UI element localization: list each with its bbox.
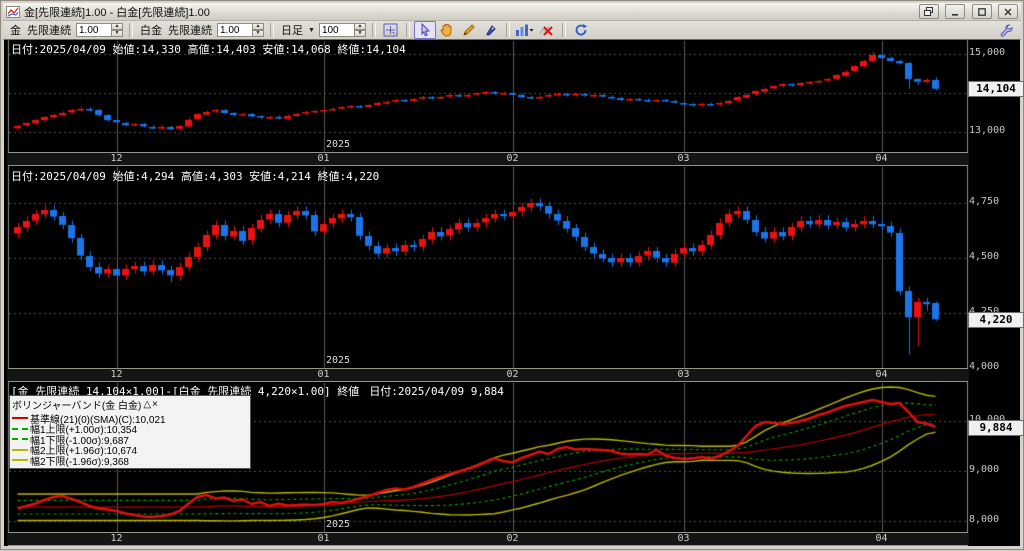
bollinger-legend: ボリンジャーバンド(金 白金) △× 基準線(21)(0)(SMA)(C):10… [9, 395, 251, 469]
gold-info-line: 日付:2025/04/09 始値:14,330 高値:14,403 安値:14,… [11, 41, 406, 57]
y-tick-label: 8,000 [969, 514, 1021, 525]
year-label: 2025 [326, 355, 350, 366]
x-tick-label: 02 [501, 533, 525, 545]
x-tick-label: 03 [672, 153, 696, 165]
platinum-info-line: 日付:2025/04/09 始値:4,294 高値:4,303 安値:4,214… [11, 168, 379, 184]
x-tick-label: 12 [105, 153, 129, 165]
y-tick-label: 4,000 [969, 361, 1021, 372]
gold-last-price-label: 14,104 [968, 81, 1024, 97]
y-tick-label: 9,000 [969, 464, 1021, 475]
year-label: 2025 [326, 139, 350, 150]
spread-date-value: 日付:2025/04/09 9,884 [369, 385, 504, 398]
sigma2-upper-swatch [12, 449, 28, 451]
x-tick-label: 03 [672, 533, 696, 545]
x-tick-label: 01 [312, 153, 336, 165]
x-tick-label: 02 [501, 153, 525, 165]
x-tick-label: 04 [870, 369, 894, 381]
gold-x-axis: 12 01 02 03 04 [8, 152, 968, 166]
sigma1-upper-swatch [12, 428, 28, 430]
y-tick-label: 13,000 [969, 125, 1021, 136]
x-tick-label: 04 [870, 533, 894, 545]
x-tick-label: 12 [105, 533, 129, 545]
year-label: 2025 [326, 519, 350, 530]
bollinger-legend-buttons[interactable]: △× [143, 399, 159, 410]
spread-last-price-label: 9,884 [968, 420, 1024, 436]
sma-line-swatch [12, 417, 28, 419]
spread-x-axis: 12 01 02 03 04 [8, 532, 968, 546]
x-tick-label: 01 [312, 369, 336, 381]
app-window: 金[先限連続]1.00 - 白金[先限連続]1.00 金 先限連続 ▲▼ 白金 … [0, 0, 1024, 550]
bollinger-legend-title: ボリンジャーバンド(金 白金) [12, 397, 141, 412]
x-tick-label: 01 [312, 533, 336, 545]
y-tick-label: 4,500 [969, 251, 1021, 262]
sigma2-lower-swatch [12, 459, 28, 461]
chart-canvas[interactable] [1, 1, 1024, 551]
legend-row-label: 幅2下限(-1.96σ):9,368 [30, 453, 129, 468]
platinum-last-price-label: 4,220 [968, 312, 1024, 328]
x-tick-label: 03 [672, 369, 696, 381]
y-tick-label: 4,750 [969, 196, 1021, 207]
x-tick-label: 12 [105, 369, 129, 381]
x-tick-label: 02 [501, 369, 525, 381]
platinum-x-axis: 12 01 02 03 04 [8, 368, 968, 382]
sigma1-lower-swatch [12, 438, 28, 440]
x-tick-label: 04 [870, 153, 894, 165]
y-tick-label: 15,000 [969, 47, 1021, 58]
